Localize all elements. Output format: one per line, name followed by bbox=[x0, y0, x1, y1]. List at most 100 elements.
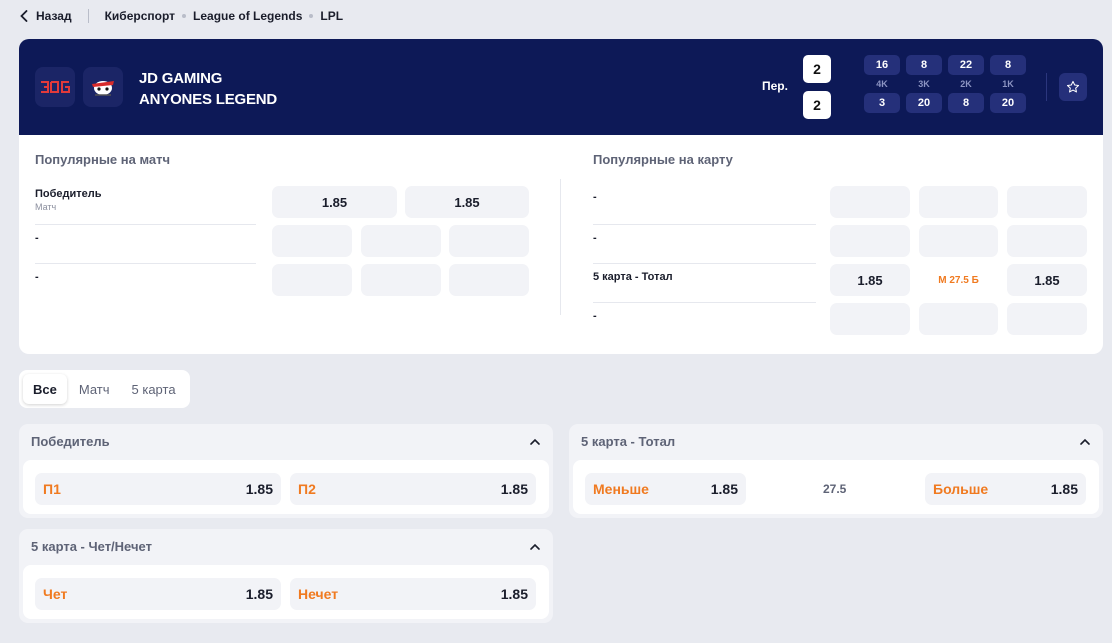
market-body: Меньше 1.85 27.5 Больше 1.85 bbox=[573, 460, 1099, 514]
row-divider bbox=[35, 224, 256, 225]
popular-map-title: Популярные на карту bbox=[593, 152, 733, 167]
outcome-name: Меньше bbox=[593, 481, 649, 497]
odd-cell-empty bbox=[830, 303, 910, 335]
row-sublabel: Матч bbox=[35, 202, 57, 212]
odd-cell-empty bbox=[449, 264, 529, 296]
row-label: Победитель bbox=[35, 188, 102, 200]
stat-top-4k: 16 bbox=[864, 55, 900, 75]
favorite-button[interactable] bbox=[1059, 73, 1087, 101]
stat-label-4k: 4K bbox=[876, 79, 888, 89]
row-divider bbox=[593, 263, 816, 264]
odd-cell-empty bbox=[1007, 225, 1087, 257]
popular-map-row-2: - bbox=[593, 232, 597, 244]
outcome-p1[interactable]: П1 1.85 bbox=[35, 473, 281, 505]
outcome-name: Больше bbox=[933, 481, 989, 497]
popular-match-row-2: - bbox=[35, 232, 39, 244]
chevron-up-icon[interactable] bbox=[529, 436, 541, 448]
jdg-logo-icon bbox=[41, 81, 70, 93]
breadcrumb-item-esports[interactable]: Киберспорт bbox=[105, 9, 175, 23]
star-icon bbox=[1066, 80, 1080, 93]
team1-name: JD GAMING bbox=[139, 70, 223, 87]
popular-match-row-winner: Победитель Матч bbox=[35, 188, 102, 227]
stat-label-2k: 2K bbox=[960, 79, 972, 89]
market-winner: Победитель П1 1.85 П2 1.85 bbox=[19, 424, 553, 518]
outcome-name: П1 bbox=[43, 481, 61, 497]
outcome-odd[interactable]: Нечет 1.85 bbox=[290, 578, 536, 610]
market-map5-total: 5 карта - Тотал Меньше 1.85 27.5 Больше … bbox=[569, 424, 1103, 518]
popular-match-row-3: - bbox=[35, 271, 39, 283]
odd-total-under[interactable]: 1.85 bbox=[830, 264, 910, 296]
tab-all[interactable]: Все bbox=[23, 374, 67, 404]
odd-cell-empty bbox=[919, 303, 998, 335]
popular-match-title: Популярные на матч bbox=[35, 152, 171, 167]
stat-label-3k: 3K bbox=[918, 79, 930, 89]
odd-cell-empty bbox=[919, 225, 998, 257]
odd-winner-p1[interactable]: 1.85 bbox=[272, 186, 397, 218]
breadcrumb-item-lpl[interactable]: LPL bbox=[320, 9, 343, 23]
market-title: Победитель bbox=[31, 434, 110, 449]
breadcrumb-item-lol[interactable]: League of Legends bbox=[193, 9, 302, 23]
header-divider bbox=[1046, 73, 1047, 101]
team-names: JD GAMING ANYONES LEGEND bbox=[139, 68, 277, 110]
popular-map-row-total: 5 карта - Тотал bbox=[593, 271, 673, 283]
back-label: Назад bbox=[36, 9, 72, 23]
stat-top-2k: 22 bbox=[948, 55, 984, 75]
outcome-name: П2 bbox=[298, 481, 316, 497]
outcome-even[interactable]: Чет 1.85 bbox=[35, 578, 281, 610]
stat-bottom-1k: 20 bbox=[990, 93, 1026, 113]
al-logo-icon bbox=[92, 81, 114, 96]
odd-cell-empty bbox=[1007, 186, 1087, 218]
outcome-odd: 1.85 bbox=[710, 481, 738, 497]
breadcrumb: Назад Киберспорт League of Legends LPL bbox=[20, 8, 343, 24]
market-map5-odd-even: 5 карта - Чет/Нечет Чет 1.85 Нечет 1.85 bbox=[19, 529, 553, 623]
breadcrumb-dot bbox=[309, 14, 314, 18]
market-tabs: Все Матч 5 карта bbox=[19, 370, 190, 408]
market-title: 5 карта - Тотал bbox=[581, 434, 676, 449]
breadcrumb-dot bbox=[182, 14, 187, 18]
period-label: Пер. bbox=[762, 79, 788, 93]
team2-score: 2 bbox=[803, 91, 831, 119]
back-button[interactable]: Назад bbox=[20, 9, 72, 23]
outcome-under[interactable]: Меньше 1.85 bbox=[585, 473, 746, 505]
outcome-odd: 1.85 bbox=[245, 481, 273, 497]
odd-cell-empty bbox=[830, 186, 910, 218]
market-body: Чет 1.85 Нечет 1.85 bbox=[23, 565, 549, 619]
match-header: JD GAMING ANYONES LEGEND Пер. 2 2 16 8 2… bbox=[19, 39, 1103, 135]
outcome-name: Нечет bbox=[298, 586, 339, 602]
market-title: 5 карта - Чет/Нечет bbox=[31, 539, 152, 554]
chevron-up-icon[interactable] bbox=[529, 541, 541, 553]
odd-cell-empty bbox=[830, 225, 910, 257]
stat-top-1k: 8 bbox=[990, 55, 1026, 75]
popular-panel: Популярные на матч Популярные на карту П… bbox=[19, 135, 1103, 354]
odd-cell-empty bbox=[919, 186, 998, 218]
tab-match[interactable]: Матч bbox=[69, 374, 120, 404]
popular-map-row-4: - bbox=[593, 310, 597, 322]
odd-winner-p2[interactable]: 1.85 bbox=[405, 186, 529, 218]
row-divider bbox=[593, 224, 816, 225]
odd-cell-empty bbox=[449, 225, 529, 257]
outcome-odd: 1.85 bbox=[500, 481, 528, 497]
stat-bottom-3k: 20 bbox=[906, 93, 942, 113]
total-line: 27.5 bbox=[823, 482, 847, 496]
odd-cell-empty bbox=[272, 264, 352, 296]
team1-score: 2 bbox=[803, 55, 831, 83]
outcome-p2[interactable]: П2 1.85 bbox=[290, 473, 536, 505]
odd-cell-empty bbox=[361, 264, 441, 296]
outcome-odd: 1.85 bbox=[500, 586, 528, 602]
chevron-up-icon[interactable] bbox=[1079, 436, 1091, 448]
outcome-odd: 1.85 bbox=[245, 586, 273, 602]
outcome-over[interactable]: Больше 1.85 bbox=[925, 473, 1086, 505]
odd-cell-empty bbox=[361, 225, 441, 257]
stat-label-1k: 1K bbox=[1002, 79, 1014, 89]
tab-map-5[interactable]: 5 карта bbox=[122, 374, 186, 404]
row-divider bbox=[35, 263, 256, 264]
total-line-label: М 27.5 Б bbox=[938, 274, 979, 286]
match-stats: 16 8 22 8 4K 3K 2K 1K 3 20 8 20 bbox=[864, 55, 1026, 113]
outcome-name: Чет bbox=[43, 586, 68, 602]
panel-divider bbox=[560, 179, 561, 315]
team2-logo bbox=[83, 67, 123, 107]
odd-cell-empty bbox=[272, 225, 352, 257]
stat-bottom-2k: 8 bbox=[948, 93, 984, 113]
odd-total-over[interactable]: 1.85 bbox=[1007, 264, 1087, 296]
market-body: П1 1.85 П2 1.85 bbox=[23, 460, 549, 514]
